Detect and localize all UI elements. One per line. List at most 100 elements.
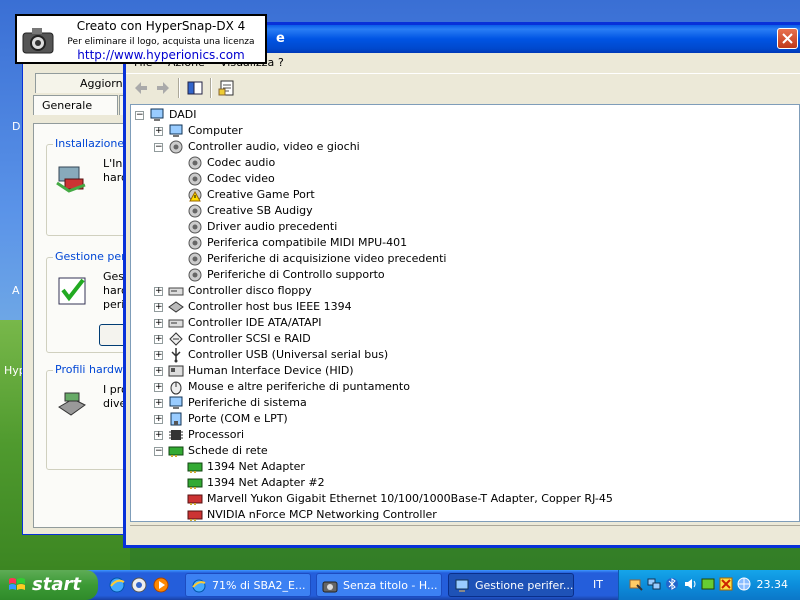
taskbar-item-label: 71% di SBA2_E...: [212, 579, 306, 592]
net-icon: [168, 446, 184, 457]
tree-node-label: Controller SCSI e RAID: [188, 332, 311, 345]
bluetooth-tray-icon[interactable]: [665, 577, 679, 591]
back-icon[interactable]: [132, 79, 150, 97]
status-bar: [130, 525, 800, 545]
taskbar-item-label: Gestione perifer...: [475, 579, 574, 592]
hypersnap-icon: [322, 581, 338, 593]
computer-icon: [169, 396, 183, 409]
hardware-profile-icon: [58, 392, 86, 416]
expand-button[interactable]: +: [154, 351, 163, 360]
tree-node-label: Processori: [188, 428, 245, 441]
expand-button[interactable]: +: [154, 303, 163, 312]
netred-icon: [187, 494, 203, 505]
tree-node-label: Controller audio, video e giochi: [188, 140, 360, 153]
taskbar-item-label: Senza titolo - H...: [343, 579, 438, 592]
tree-node-label: Periferica compatibile MIDI MPU-401: [207, 236, 408, 249]
network-tray-icon[interactable]: [647, 577, 661, 591]
tree-node-label: NVIDIA nForce MCP Networking Controller: [207, 508, 437, 521]
start-label: start: [32, 574, 81, 595]
tree-node-label: Controller host bus IEEE 1394: [188, 300, 352, 313]
watermark-title: Creato con HyperSnap-DX 4: [76, 19, 246, 33]
device-manager-window: e File Azione Visualizza ? −DADI+C: [123, 22, 800, 548]
audio-icon: [188, 268, 202, 282]
bus-icon: [168, 301, 184, 313]
start-button[interactable]: start: [0, 570, 98, 600]
volume-tray-icon[interactable]: [683, 577, 697, 591]
media-player-quicklaunch-icon[interactable]: [130, 576, 148, 594]
ie-quicklaunch-icon[interactable]: [108, 576, 126, 594]
windows-logo-icon: [9, 578, 25, 590]
tree-node-label: Creative SB Audigy: [207, 204, 313, 217]
language-indicator[interactable]: IT: [593, 578, 603, 591]
expand-button[interactable]: +: [154, 415, 163, 424]
taskbar-item-sba2[interactable]: 71% di SBA2_E...: [185, 573, 311, 597]
device-tree[interactable]: − DADI + Computer − Controller audio, video e…: [130, 104, 800, 522]
collapse-button[interactable]: −: [154, 447, 163, 456]
tree-node-label: Computer: [188, 124, 243, 137]
camera-icon: [22, 28, 54, 54]
tree-node-label: Driver audio precedenti: [207, 220, 338, 233]
tree-node-label: Human Interface Device (HID): [188, 364, 354, 377]
tab-generale[interactable]: Generale: [33, 95, 118, 115]
properties-pane-icon[interactable]: [186, 79, 204, 97]
computer-icon: [150, 108, 164, 121]
warning-icon: [188, 188, 202, 202]
toolbar-separator: [178, 78, 180, 98]
watermark-notice: Per eliminare il logo, acquista una lice…: [67, 37, 255, 47]
audio-icon: [188, 236, 202, 250]
nvidia-tray-icon[interactable]: [701, 577, 715, 591]
taskbar-item-device-manager[interactable]: Gestione perifer...: [448, 573, 574, 597]
net-icon: [187, 462, 203, 473]
expand-button[interactable]: +: [154, 287, 163, 296]
collapse-button[interactable]: −: [154, 143, 163, 152]
expand-button[interactable]: +: [154, 335, 163, 344]
clock[interactable]: 23.34: [757, 578, 789, 591]
audio-icon: [188, 204, 202, 218]
toolbar: [126, 73, 800, 101]
scsi-icon: [169, 332, 183, 346]
tree-node-label: Codec video: [207, 172, 275, 185]
taskbar: start 71% di SBA2_E... Senza titolo - H.…: [0, 570, 800, 600]
netred-icon: [187, 510, 203, 521]
hid-icon: [168, 365, 184, 377]
antivirus-tray-icon[interactable]: [719, 577, 733, 591]
audio-icon: [169, 140, 183, 154]
tree-node-label: Periferiche di Controllo supporto: [207, 268, 385, 281]
disk-icon: [168, 319, 184, 328]
expand-button[interactable]: +: [154, 383, 163, 392]
net-icon: [187, 478, 203, 489]
globe-tray-icon[interactable]: [737, 577, 751, 591]
menu-help[interactable]: ?: [278, 56, 284, 69]
system-tray: 23.34: [618, 570, 800, 600]
close-icon: [782, 33, 793, 44]
tree-node-label: 1394 Net Adapter: [207, 460, 305, 473]
desktop-icon-label[interactable]: A: [12, 284, 20, 297]
cpu-icon: [169, 430, 183, 440]
taskbar-item-hypersnap[interactable]: Senza titolo - H...: [316, 573, 442, 597]
audio-icon: [188, 220, 202, 234]
expand-button[interactable]: +: [154, 127, 163, 136]
tree-node-label: Controller disco floppy: [188, 284, 312, 297]
tree-node-label: 1394 Net Adapter #2: [207, 476, 325, 489]
tree-node-label: Controller USB (Universal serial bus): [188, 348, 389, 361]
tree-node-label: Mouse e altre periferiche di puntamento: [188, 380, 410, 393]
properties-icon[interactable]: [218, 79, 236, 97]
close-button[interactable]: [777, 28, 798, 49]
tree-node-label: Codec audio: [207, 156, 276, 169]
mouse-icon: [170, 381, 182, 395]
driver-install-icon: [56, 166, 86, 193]
ie-icon: [192, 579, 206, 593]
expand-button[interactable]: +: [154, 399, 163, 408]
expand-button[interactable]: +: [154, 367, 163, 376]
hypersnap-watermark: Creato con HyperSnap-DX 4 Per eliminare …: [15, 14, 267, 64]
audio-icon: [188, 156, 202, 170]
expand-button[interactable]: +: [154, 319, 163, 328]
desktop-icon-label[interactable]: D: [12, 120, 20, 133]
expand-button[interactable]: +: [154, 431, 163, 440]
collapse-button[interactable]: −: [135, 111, 144, 120]
hardware-tray-icon[interactable]: [629, 577, 643, 591]
player-quicklaunch-icon[interactable]: [152, 576, 170, 594]
forward-icon[interactable]: [154, 79, 172, 97]
tree-node-label: Porte (COM e LPT): [188, 412, 288, 425]
tree-node-label: Controller IDE ATA/ATAPI: [188, 316, 322, 329]
